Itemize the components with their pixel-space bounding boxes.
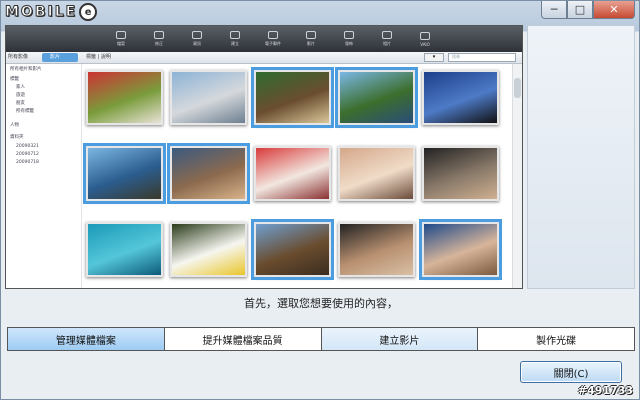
task-tab[interactable]: 提升媒體檔案品質	[164, 328, 322, 350]
close-dialog-button[interactable]: 關閉(C)	[520, 361, 622, 383]
logo-glyph: e	[79, 3, 98, 21]
toolbar-item: 影片	[292, 26, 330, 52]
task-tab[interactable]: 製作光碟	[478, 328, 634, 350]
task-tab[interactable]: 管理媒體檔案	[8, 328, 165, 350]
toolbar-label: 修正	[155, 41, 163, 46]
toolbar-item: VAIO	[406, 26, 444, 52]
task-tabs: 管理媒體檔案 提升媒體檔案品質 建立影片 製作光碟	[7, 327, 635, 351]
photo-thumbnail	[170, 70, 247, 125]
toolbar-item: 資訊	[178, 26, 216, 52]
task-tab[interactable]: 建立影片	[321, 328, 479, 350]
toolbar-icon	[306, 31, 316, 39]
instruction-text: 首先，選取您想要使用的內容，	[244, 297, 398, 310]
toolbar-label: 相片	[383, 41, 391, 46]
photo-thumbnail	[338, 222, 415, 277]
toolbar-icon	[382, 31, 392, 39]
toolbar-item: 電子郵件	[254, 26, 292, 52]
nav-item: 資料夾	[10, 135, 24, 140]
toolbar-icon	[116, 31, 126, 39]
photo-thumbnail	[83, 143, 166, 204]
watermark: #491733	[577, 384, 633, 397]
search-input: 搜尋	[448, 53, 516, 62]
selected-tab: 影片	[42, 53, 78, 62]
photo-thumbnail	[86, 70, 163, 125]
photo-thumbnail	[254, 146, 331, 201]
gallery-toolbar: 檔案 修正 資訊 建立 電子郵件 影片 發佈 相片 VAIO	[6, 26, 522, 52]
photo-thumbnail	[167, 143, 250, 204]
gallery-subbar: 所有影像 影片 標籤 | 說明 ▾ 搜尋	[6, 52, 522, 64]
toolbar-item: 修正	[140, 26, 178, 52]
toolbar-label: 檔案	[117, 41, 125, 46]
toolbar-icon	[192, 31, 202, 39]
nav-item: 旅遊	[16, 93, 25, 98]
right-pane	[527, 25, 635, 289]
nav-item: 所有相片和影片	[10, 67, 42, 72]
nav-item: 20090718	[16, 160, 39, 165]
view-tag: 所有影像	[8, 54, 29, 60]
nav-item: 標籤	[10, 77, 19, 82]
photo-thumbnail	[422, 146, 499, 201]
photo-thumbnail	[419, 219, 502, 280]
scroll-thumb	[514, 78, 521, 98]
toolbar-label: VAIO	[420, 41, 430, 47]
toolbar-icon	[230, 31, 240, 39]
nav-item: 20090321	[16, 144, 39, 149]
toolbar-item: 檔案	[102, 26, 140, 52]
toolbar-label: 資訊	[193, 41, 201, 46]
title-bar: MOBILE e ─ □ ✕	[1, 1, 640, 23]
toolbar-item: 發佈	[330, 26, 368, 52]
logo-text: MOBILE	[4, 4, 78, 21]
window-controls: ─ □ ✕	[541, 1, 635, 19]
app-window: MOBILE e ─ □ ✕ 檔案 修正 資訊 建立 電子郵件 影片 發佈 相片 VAIO 所有…	[0, 0, 640, 400]
gallery-preview-screenshot: 檔案 修正 資訊 建立 電子郵件 影片 發佈 相片 VAIO 所有影像 影片 標籤 | 說明 ▾…	[5, 25, 523, 289]
toolbar-label: 影片	[307, 41, 315, 46]
maximize-button[interactable]: □	[567, 1, 593, 19]
nav-item: 朋友	[16, 101, 25, 106]
nav-item: 所有標籤	[16, 109, 34, 114]
toolbar-icon	[154, 31, 164, 39]
view-options-icon: ▾	[424, 53, 444, 62]
photo-thumbnail	[338, 146, 415, 201]
toolbar-label: 電子郵件	[265, 41, 281, 46]
toolbar-item: 相片	[368, 26, 406, 52]
close-window-button[interactable]: ✕	[593, 1, 635, 19]
toolbar-icon	[268, 31, 278, 39]
scrollbar	[512, 64, 522, 288]
photo-thumbnail	[251, 219, 334, 280]
minimize-button[interactable]: ─	[541, 1, 567, 19]
toolbar-label: 發佈	[345, 41, 353, 46]
nav-item: 家人	[16, 85, 25, 90]
nav-item: 20090712	[16, 152, 39, 157]
nav-item: 人物	[10, 123, 19, 128]
nav-pane: 所有相片和影片 標籤家人旅遊朋友所有標籤人物資料夾 20090321 20090712…	[6, 64, 82, 288]
photo-thumbnail	[422, 70, 499, 125]
photo-thumbnail	[170, 222, 247, 277]
toolbar-icon	[420, 31, 430, 40]
toolbar-icon	[344, 31, 354, 39]
mobile01-logo: MOBILE e	[4, 3, 98, 21]
toolbar-label: 建立	[231, 41, 239, 46]
tags-caption: 標籤 | 說明	[86, 54, 111, 60]
toolbar-item: 建立	[216, 26, 254, 52]
photo-thumbnail	[86, 222, 163, 277]
photo-thumbnail	[251, 67, 334, 128]
photo-thumbnail	[335, 67, 418, 128]
